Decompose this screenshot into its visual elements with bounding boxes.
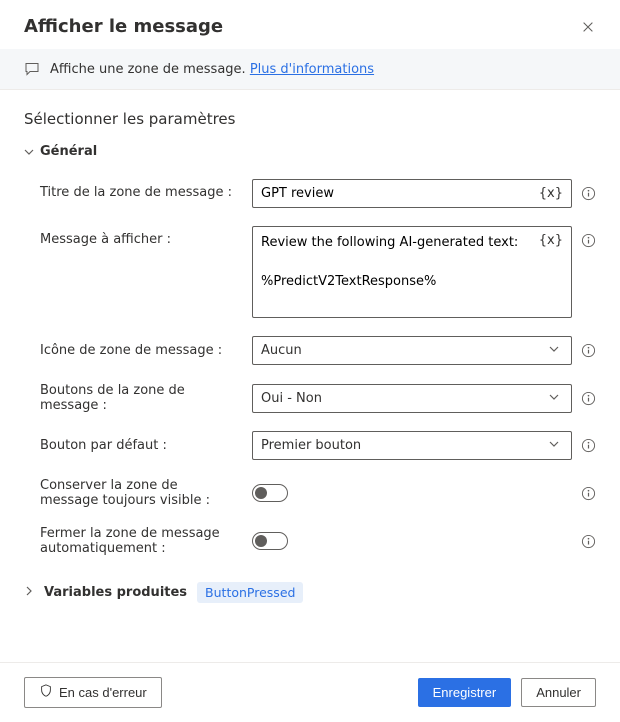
dialog: Afficher le message Affiche une zone de …	[0, 0, 620, 722]
input-wrap-message: {x}	[252, 226, 572, 318]
variables-label: Variables produites	[44, 585, 187, 600]
icon-select[interactable]: Aucun	[252, 336, 572, 365]
control-default-button: Premier bouton	[252, 431, 596, 460]
on-error-label: En cas d'erreur	[59, 685, 147, 700]
section-title: Sélectionner les paramètres	[0, 90, 620, 136]
label-buttons: Boutons de la zone de message :	[40, 383, 240, 413]
chevron-down-icon	[549, 391, 559, 406]
control-buttons: Oui - Non	[252, 384, 596, 413]
label-title: Titre de la zone de message :	[40, 179, 240, 200]
save-button[interactable]: Enregistrer	[418, 678, 512, 707]
info-text: Affiche une zone de message. Plus d'info…	[50, 62, 374, 77]
label-auto-close: Fermer la zone de message automatiquemen…	[40, 526, 240, 556]
control-message: {x}	[252, 226, 596, 318]
label-default-button: Bouton par défaut :	[40, 438, 240, 453]
close-icon[interactable]	[580, 19, 596, 35]
chevron-right-icon	[24, 585, 34, 600]
buttons-select-value: Oui - Non	[261, 391, 322, 406]
more-info-link[interactable]: Plus d'informations	[250, 62, 374, 77]
label-always-top: Conserver la zone de message toujours vi…	[40, 478, 240, 508]
label-message: Message à afficher :	[40, 226, 240, 247]
chevron-down-icon	[24, 147, 34, 157]
info-bar: Affiche une zone de message. Plus d'info…	[0, 49, 620, 90]
info-text-content: Affiche une zone de message.	[50, 62, 246, 77]
control-title: {x}	[252, 179, 596, 208]
control-auto-close	[252, 532, 596, 551]
chevron-down-icon	[549, 438, 559, 453]
header: Afficher le message	[0, 0, 620, 49]
info-icon[interactable]	[580, 533, 596, 549]
message-textarea[interactable]	[253, 227, 531, 317]
row-default-button: Bouton par défaut : Premier bouton	[40, 431, 596, 460]
row-icon: Icône de zone de message : Aucun	[40, 336, 596, 365]
input-wrap-title: {x}	[252, 179, 572, 208]
row-title: Titre de la zone de message : {x}	[40, 179, 596, 208]
control-icon: Aucun	[252, 336, 596, 365]
info-icon[interactable]	[580, 343, 596, 359]
general-accordion[interactable]: Général	[0, 136, 620, 179]
info-icon[interactable]	[580, 186, 596, 202]
row-auto-close: Fermer la zone de message automatiquemen…	[40, 526, 596, 556]
dialog-title: Afficher le message	[24, 16, 223, 37]
var-token-button[interactable]: {x}	[531, 186, 571, 201]
label-icon: Icône de zone de message :	[40, 343, 240, 358]
title-input[interactable]	[253, 180, 531, 207]
info-icon[interactable]	[580, 438, 596, 454]
shield-icon	[39, 684, 53, 701]
general-label: Général	[40, 144, 97, 159]
cancel-button[interactable]: Annuler	[521, 678, 596, 707]
variables-accordion[interactable]: Variables produites ButtonPressed	[0, 574, 620, 623]
icon-select-value: Aucun	[261, 343, 302, 358]
buttons-select[interactable]: Oui - Non	[252, 384, 572, 413]
var-token-button[interactable]: {x}	[531, 227, 571, 248]
row-message: Message à afficher : {x}	[40, 226, 596, 318]
info-icon[interactable]	[580, 232, 596, 248]
footer: En cas d'erreur Enregistrer Annuler	[0, 662, 620, 722]
row-always-top: Conserver la zone de message toujours vi…	[40, 478, 596, 508]
row-buttons: Boutons de la zone de message : Oui - No…	[40, 383, 596, 413]
variable-chip[interactable]: ButtonPressed	[197, 582, 303, 603]
default-button-select[interactable]: Premier bouton	[252, 431, 572, 460]
info-icon[interactable]	[580, 390, 596, 406]
auto-close-toggle[interactable]	[252, 532, 288, 550]
default-button-select-value: Premier bouton	[261, 438, 361, 453]
always-top-toggle[interactable]	[252, 484, 288, 502]
form: Titre de la zone de message : {x} Messag…	[0, 179, 620, 574]
chevron-down-icon	[549, 343, 559, 358]
control-always-top	[252, 484, 596, 503]
on-error-button[interactable]: En cas d'erreur	[24, 677, 162, 708]
info-icon[interactable]	[580, 485, 596, 501]
chat-icon	[24, 61, 40, 77]
